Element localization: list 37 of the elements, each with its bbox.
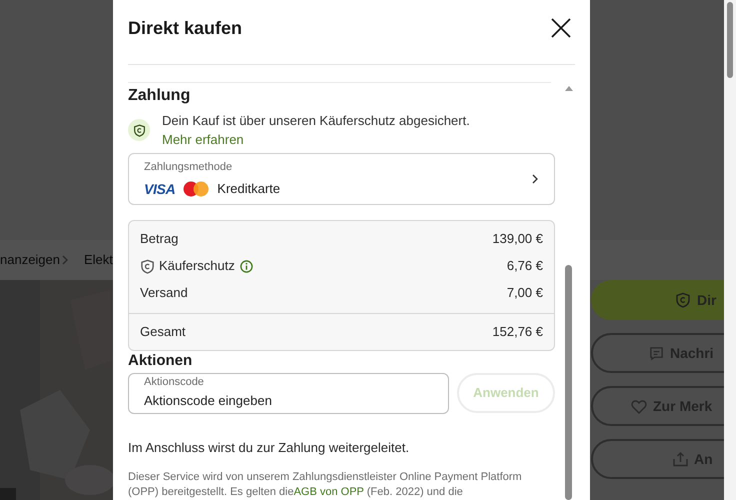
info-icon[interactable]: [240, 260, 253, 272]
dialog-title: Direkt kaufen: [128, 16, 242, 40]
shield-icon: [128, 119, 150, 141]
total-label: Gesamt: [140, 322, 186, 341]
page-scrollbar[interactable]: [724, 0, 736, 500]
legal-text: Dieser Service wird von unserem Zahlungsdienstleister Online Payment Platform (OPP) bereitgestellt. Es gelten dieAGB von OPP (Feb. 2022) und die: [128, 470, 523, 500]
summary-value: 139,00 €: [492, 230, 543, 248]
payment-method: Kreditkarte: [217, 180, 280, 198]
terms-link[interactable]: AGB von OPP: [294, 486, 364, 498]
card-brand-logo: VISA: [144, 182, 176, 196]
total-value: 152,76 €: [492, 322, 543, 341]
section-heading: Zahlung: [128, 86, 192, 106]
summary-label: Versand: [140, 284, 188, 302]
card-brand-logo: [183, 181, 210, 197]
breadcrumb-link[interactable]: nanzeigen: [0, 250, 60, 270]
close-button[interactable]: [550, 17, 572, 39]
redirect-note: Im Anschluss wirst du zur Zahlung weitergeleitet.: [128, 438, 410, 457]
share-icon: [673, 451, 688, 467]
more-link[interactable]: Mehr erfahren: [162, 132, 244, 147]
field-label: Zahlungsmethode: [144, 160, 234, 175]
summary-value: 6,76 €: [506, 257, 543, 276]
message-icon: [649, 346, 664, 360]
chevron-icon: [62, 255, 68, 265]
summary-label: Käuferschutz: [159, 257, 235, 276]
scroll-up-icon[interactable]: [564, 85, 572, 91]
shield-icon: [675, 292, 691, 308]
buy-button[interactable]: Dir: [591, 280, 724, 320]
heart-icon: [631, 398, 647, 414]
summary-label: Betrag: [140, 230, 178, 248]
summary-value: 7,00 €: [506, 284, 543, 302]
breadcrumb-link[interactable]: Elekt: [84, 250, 113, 270]
section-heading: Aktionen: [128, 352, 194, 370]
shield-icon: [140, 258, 155, 274]
field-label: Aktionscode: [144, 376, 204, 388]
payment-method-selector[interactable]: Zahlungsmethode VISA Kreditkarte: [128, 153, 555, 204]
protection-note: Dein Kauf ist über unseren Käuferschutz abgesichert. Mehr erfahren: [162, 112, 471, 149]
chevron-icon: [532, 174, 538, 184]
